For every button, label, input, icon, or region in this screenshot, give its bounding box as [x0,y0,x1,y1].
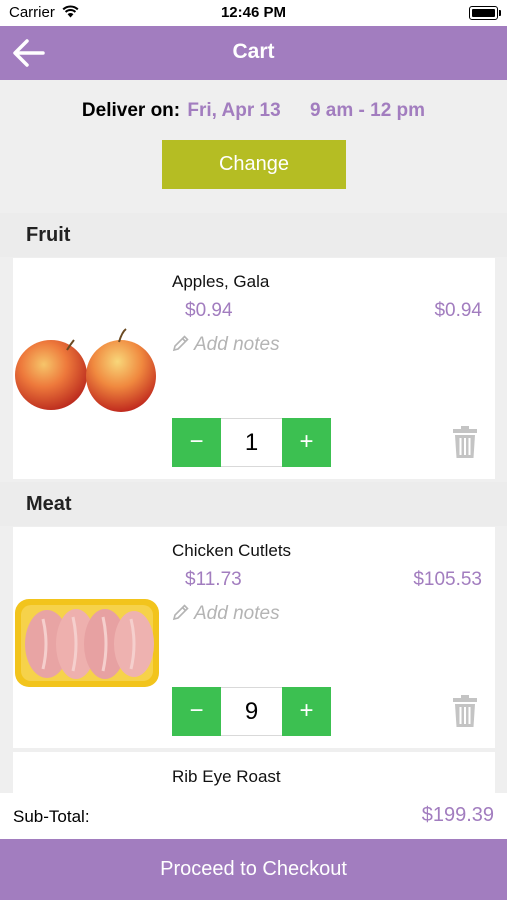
section-header-meat: Meat [0,482,507,526]
status-bar: Carrier 12:46 PM [0,0,507,26]
increase-quantity-button[interactable]: + [282,687,331,736]
quantity-stepper: − 9 + [172,687,331,736]
add-notes-label: Add notes [194,603,280,624]
apples-image [15,328,156,412]
decrease-quantity-button[interactable]: − [172,687,221,736]
cart-item-chicken-cutlets: Chicken Cutlets $11.73 $105.53 Add notes… [13,527,495,748]
subtotal-bar: Sub-Total: $199.39 [0,793,507,839]
item-name: Chicken Cutlets [172,541,292,560]
item-name: Apples, Gala [172,272,270,291]
quantity-value[interactable]: 1 [221,418,282,467]
proceed-to-checkout-button[interactable]: Proceed to Checkout [0,839,507,900]
delivery-date: Fri, Apr 13 [187,100,281,121]
add-notes-label: Add notes [194,334,280,355]
quantity-stepper: − 1 + [172,418,331,467]
nav-bar: Cart [0,26,507,80]
cart-item-apples: Apples, Gala $0.94 $0.94 Add notes − 1 + [13,258,495,479]
trash-icon[interactable] [452,425,478,459]
item-total-price: $0.94 [434,300,482,321]
section-title: Fruit [26,224,71,246]
section-header-fruit: Fruit [0,213,507,257]
pencil-icon [172,604,189,621]
add-notes-field[interactable]: Add notes [172,603,280,625]
clock: 12:46 PM [220,4,287,21]
item-name: Rib Eye Roast [172,767,281,786]
quantity-value[interactable]: 9 [221,687,282,736]
battery-icon [469,6,501,20]
item-total-price: $105.53 [413,569,482,590]
delivery-row: Deliver on: Fri, Apr 13 9 am - 12 pm [0,100,507,122]
item-unit-price: $11.73 [185,569,242,590]
change-delivery-button[interactable]: Change [162,140,346,189]
cart-item-rib-eye-roast: Rib Eye Roast [13,752,495,793]
subtotal-value: $199.39 [421,804,494,826]
item-unit-price: $0.94 [185,300,233,321]
pencil-icon [172,335,189,352]
delivery-panel: Deliver on: Fri, Apr 13 9 am - 12 pm Cha… [0,80,507,213]
increase-quantity-button[interactable]: + [282,418,331,467]
page-title: Cart [232,40,275,63]
subtotal-label: Sub-Total: [13,807,90,826]
decrease-quantity-button[interactable]: − [172,418,221,467]
delivery-time-slot: 9 am - 12 pm [309,100,426,121]
section-title: Meat [26,493,72,515]
add-notes-field[interactable]: Add notes [172,334,280,356]
chicken-cutlets-image [15,599,159,687]
trash-icon[interactable] [452,694,478,728]
deliver-on-label: Deliver on: [81,100,181,121]
